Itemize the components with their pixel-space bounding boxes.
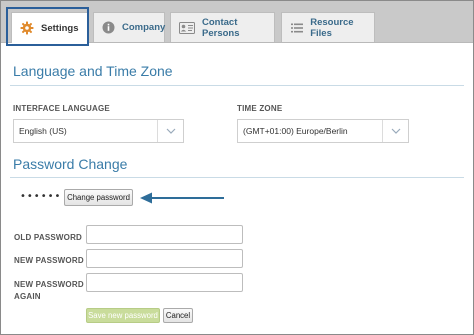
language-section-title: Language and Time Zone [13, 63, 173, 79]
arrow-left-icon [140, 192, 224, 204]
change-password-button[interactable]: Change password [64, 189, 133, 206]
gear-icon [20, 21, 34, 35]
old-password-label: OLD PASSWORD [14, 233, 83, 242]
tab-contact-persons[interactable]: Contact Persons [170, 12, 275, 42]
chevron-down-icon[interactable] [157, 120, 183, 142]
save-new-password-button[interactable]: Save new password [86, 308, 160, 323]
new-password-field[interactable] [86, 249, 243, 268]
list-icon [290, 21, 303, 35]
section-divider [10, 85, 464, 86]
info-icon [102, 21, 115, 35]
new-password-again-label: NEW PASSWORD [14, 280, 84, 289]
time-zone-select[interactable]: (GMT+01:00) Europe/Berlin [237, 119, 409, 143]
old-password-field[interactable] [86, 225, 243, 244]
password-section-title: Password Change [13, 156, 128, 172]
new-password-label: NEW PASSWORD [14, 256, 84, 265]
tab-settings-label: Settings [41, 22, 79, 34]
masked-password: •••••• [20, 191, 62, 202]
tab-company[interactable]: Company [93, 12, 165, 42]
tab-bar: Settings Company Contact Persons Resourc… [1, 1, 473, 43]
interface-language-select[interactable]: English (US) [13, 119, 184, 143]
time-zone-value: (GMT+01:00) Europe/Berlin [243, 126, 348, 136]
tab-contact-persons-label: Contact Persons [202, 16, 240, 39]
contact-card-icon [179, 21, 195, 35]
interface-language-label: INTERFACE LANGUAGE [13, 104, 110, 113]
new-password-again-field[interactable] [86, 273, 243, 292]
tab-company-label: Company [122, 22, 166, 33]
time-zone-label: TIME ZONE [237, 104, 283, 113]
section-divider [10, 177, 464, 178]
tab-resource-files[interactable]: Resource Files [281, 12, 375, 42]
interface-language-value: English (US) [19, 126, 67, 136]
chevron-down-icon[interactable] [382, 120, 408, 142]
cancel-button[interactable]: Cancel [163, 308, 193, 323]
new-password-again-label-line2: AGAIN [14, 292, 41, 301]
tab-settings[interactable]: Settings [11, 12, 88, 43]
tab-resource-files-label: Resource Files [310, 16, 354, 39]
